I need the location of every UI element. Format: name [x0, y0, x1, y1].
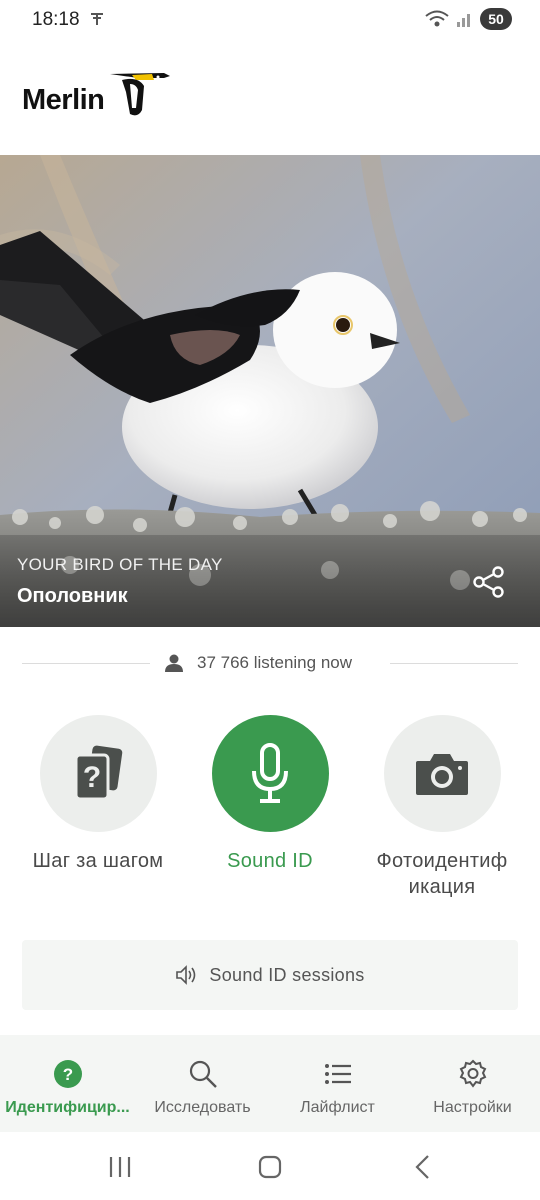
speaker-icon	[176, 965, 196, 985]
photo-id-button[interactable]: Фотоидентиф икация	[352, 715, 532, 900]
search-icon	[189, 1060, 217, 1088]
nav-label-settings: Настройки	[433, 1099, 512, 1116]
photo-id-label: Фотоидентиф икация	[352, 848, 532, 900]
sound-id-sessions-label: Sound ID sessions	[209, 964, 365, 985]
battery-indicator: 50	[480, 8, 512, 30]
photo-id-label-line1: Фотоидентиф	[376, 850, 508, 872]
step-by-step-button[interactable]: ? Шаг за шагом	[8, 715, 188, 874]
nav-item-explore[interactable]: Исследовать	[135, 1035, 270, 1132]
nav-label-identify: Идентифицир...	[5, 1099, 130, 1116]
sound-id-sessions-button[interactable]: Sound ID sessions	[22, 940, 518, 1010]
sound-id-circle[interactable]	[211, 715, 329, 832]
photo-id-circle[interactable]	[383, 715, 501, 832]
microphone-icon	[252, 742, 288, 803]
status-time: 18:18	[32, 9, 80, 30]
app-header: Merlin	[0, 40, 540, 155]
wifi-icon	[425, 10, 449, 27]
listening-now-row: 37 766 listening now	[22, 648, 518, 680]
svg-text:?: ?	[62, 1065, 72, 1084]
nav-item-lifelist[interactable]: Лайфлист	[270, 1035, 405, 1132]
bird-of-day-name: Ополовник	[17, 585, 128, 607]
bird-logo-icon	[110, 73, 170, 116]
bird-of-day-kicker: YOUR BIRD OF THE DAY	[17, 555, 223, 574]
signal-icon	[457, 14, 470, 27]
nav-label-explore: Исследовать	[154, 1099, 251, 1116]
sound-id-label: Sound ID	[227, 850, 313, 872]
help-circle-icon: ?	[53, 1060, 82, 1088]
bottom-navigation: ? Идентифицир... Исследовать Лайфлист На…	[0, 1035, 540, 1132]
notification-icon	[91, 13, 103, 25]
list-icon	[324, 1064, 351, 1084]
question-cards-icon: ?	[74, 745, 123, 800]
status-indicators: 50	[424, 8, 512, 30]
hero-caption-overlay	[0, 535, 540, 627]
svg-text:?: ?	[83, 761, 101, 794]
back-icon[interactable]	[408, 1152, 438, 1182]
divider-right	[390, 663, 518, 664]
photo-id-label-line2: икация	[408, 876, 476, 898]
step-by-step-label: Шаг за шагом	[32, 850, 164, 872]
status-bar: 18:18 50	[0, 0, 540, 40]
listening-count: 37 766 listening now	[197, 653, 353, 672]
divider-left	[22, 663, 150, 664]
merlin-logo: Merlin	[22, 70, 172, 122]
logo-text: Merlin	[22, 84, 105, 116]
nav-label-lifelist: Лайфлист	[300, 1099, 375, 1116]
system-navigation-bar	[0, 1132, 540, 1200]
person-icon	[165, 654, 183, 672]
bird-of-the-day-card[interactable]: YOUR BIRD OF THE DAY Ополовник	[0, 155, 540, 627]
recent-apps-icon[interactable]	[105, 1152, 135, 1182]
share-icon[interactable]	[472, 565, 506, 599]
gear-icon	[459, 1059, 486, 1088]
camera-icon	[416, 753, 468, 795]
home-icon[interactable]	[255, 1152, 285, 1182]
sound-id-button[interactable]: Sound ID	[180, 715, 360, 874]
step-by-step-circle[interactable]: ?	[39, 715, 157, 832]
nav-item-identify[interactable]: ? Идентифицир...	[0, 1035, 135, 1132]
nav-item-settings[interactable]: Настройки	[405, 1035, 540, 1132]
